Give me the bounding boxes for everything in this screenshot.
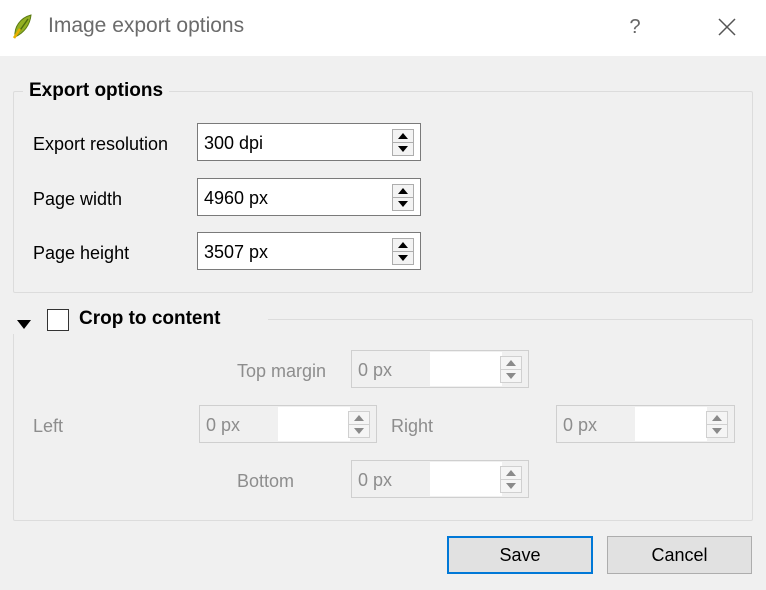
page-height-label: Page height [33, 243, 130, 263]
save-button[interactable]: Save [447, 536, 593, 574]
bottom-margin-value: 0 px [358, 470, 393, 490]
top-margin-label: Top margin [237, 361, 327, 381]
export-options-title: Export options [23, 80, 170, 102]
page-height-value: 3507 px [204, 242, 269, 262]
export-resolution-spinbox[interactable]: 300 dpi [197, 123, 421, 161]
spin-down-icon[interactable] [398, 146, 408, 152]
spin-down-icon[interactable] [354, 428, 364, 434]
spin-up-icon[interactable] [506, 470, 516, 476]
title-bar: Image export options ? [0, 0, 766, 56]
spin-down-icon[interactable] [398, 255, 408, 261]
qgis-leaf-icon [12, 14, 32, 39]
left-margin-spinbox[interactable]: 0 px [199, 405, 377, 443]
spin-down-icon[interactable] [506, 373, 516, 379]
bottom-margin-spinbox[interactable]: 0 px [351, 460, 529, 498]
close-button[interactable] [710, 10, 744, 44]
help-icon: ? [629, 16, 641, 38]
page-width-spinbox[interactable]: 4960 px [197, 178, 421, 216]
collapse-arrow-icon[interactable] [17, 320, 31, 329]
spinner-arrows[interactable] [392, 238, 414, 265]
left-margin-label: Left [33, 416, 64, 436]
spin-up-icon[interactable] [398, 242, 408, 248]
crop-to-content-checkbox[interactable] [47, 309, 69, 331]
page-height-spinbox[interactable]: 3507 px [197, 232, 421, 270]
spin-up-icon[interactable] [398, 188, 408, 194]
spin-down-icon[interactable] [506, 483, 516, 489]
right-margin-label: Right [391, 416, 434, 436]
crop-to-content-title[interactable]: Crop to content [79, 308, 221, 330]
spinner-arrows[interactable] [706, 411, 728, 438]
bottom-margin-label: Bottom [237, 471, 295, 491]
spin-up-icon[interactable] [398, 133, 408, 139]
spin-up-icon[interactable] [506, 360, 516, 366]
left-margin-value: 0 px [206, 415, 241, 435]
dialog-body: Export options Export resolution 300 dpi… [0, 56, 766, 590]
page-width-label: Page width [33, 189, 123, 209]
export-resolution-label: Export resolution [33, 134, 169, 154]
spin-down-icon[interactable] [398, 201, 408, 207]
spin-up-icon[interactable] [712, 415, 722, 421]
spinner-arrows[interactable] [392, 129, 414, 156]
help-button[interactable]: ? [620, 10, 650, 44]
spinner-arrows[interactable] [500, 356, 522, 383]
spinner-arrows[interactable] [348, 411, 370, 438]
page-width-value: 4960 px [204, 188, 269, 208]
window-title: Image export options [48, 14, 245, 37]
top-margin-spinbox[interactable]: 0 px [351, 350, 529, 388]
spinner-arrows[interactable] [500, 466, 522, 493]
cancel-button[interactable]: Cancel [607, 536, 752, 574]
right-margin-spinbox[interactable]: 0 px [556, 405, 735, 443]
spinner-arrows[interactable] [392, 184, 414, 211]
export-resolution-value: 300 dpi [204, 133, 264, 153]
close-icon [718, 18, 736, 36]
right-margin-value: 0 px [563, 415, 598, 435]
spin-down-icon[interactable] [712, 428, 722, 434]
spin-up-icon[interactable] [354, 415, 364, 421]
top-margin-value: 0 px [358, 360, 393, 380]
